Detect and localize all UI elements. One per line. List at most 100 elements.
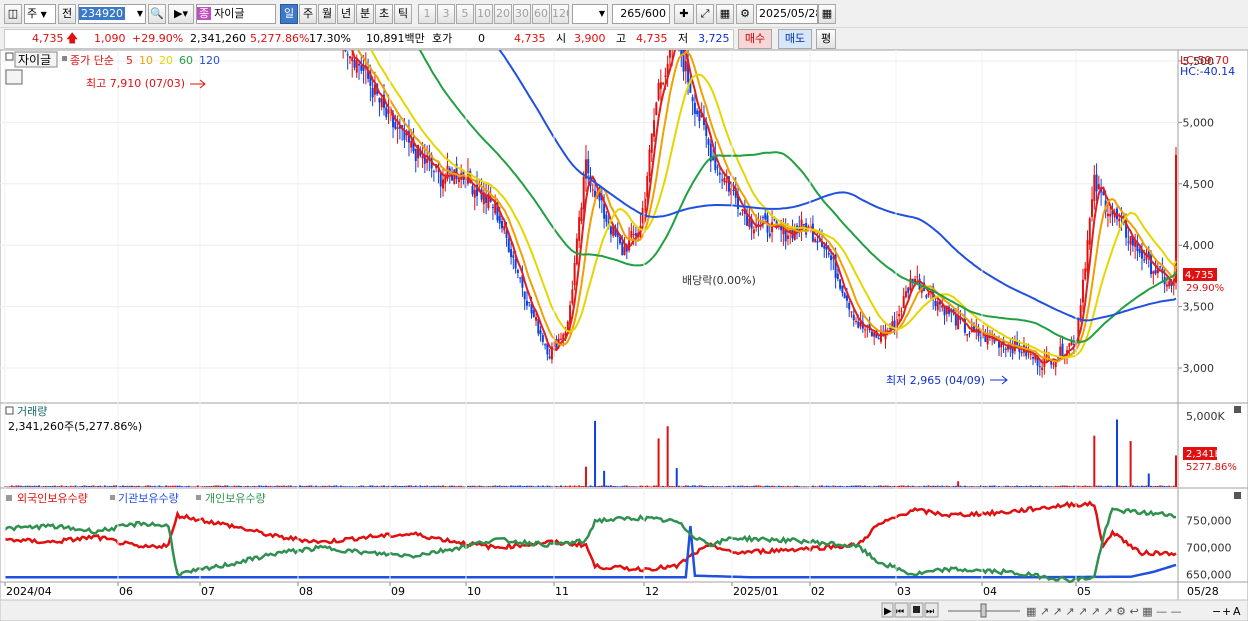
volume-bar xyxy=(957,481,960,487)
candle-body xyxy=(605,214,608,222)
interval-button-6[interactable]: 30 xyxy=(513,4,531,24)
volume-bar xyxy=(299,485,302,487)
candle-body xyxy=(559,338,562,340)
volume-bar xyxy=(1084,485,1087,487)
volume-bar xyxy=(251,486,254,487)
volume-bar xyxy=(480,485,483,487)
volume-bar xyxy=(285,486,288,487)
speaker-icon[interactable]: ▶▾ xyxy=(168,4,194,24)
period-button-7[interactable]: 틱 xyxy=(394,4,412,24)
volume-bar xyxy=(1104,486,1107,487)
calendar-icon[interactable]: ▦ xyxy=(818,4,836,24)
zoom-slider-handle[interactable] xyxy=(980,603,987,618)
volume-bar xyxy=(453,485,456,487)
window-menu-icon[interactable]: ◫ xyxy=(4,4,22,24)
interval-button-5[interactable]: 20 xyxy=(494,4,512,24)
volume-bar xyxy=(566,486,569,487)
rewind-glyph: ⏮ xyxy=(896,607,904,617)
count-field[interactable]: 265/600 xyxy=(612,4,670,24)
volume-bar xyxy=(771,485,774,487)
volume-bar xyxy=(582,486,585,487)
eval-button[interactable]: 평 xyxy=(816,29,836,49)
interval-button-7[interactable]: 60 xyxy=(532,4,550,24)
volume-bar xyxy=(1054,485,1057,487)
volume-bar xyxy=(17,485,20,487)
period-button-1[interactable]: 일 xyxy=(280,4,298,24)
interval-button-2[interactable]: 3 xyxy=(437,4,455,24)
name-field[interactable]: 종 자이글 xyxy=(196,4,276,24)
volume-bar xyxy=(510,485,513,487)
volume-bar xyxy=(1122,485,1125,487)
volume-close-icon[interactable] xyxy=(1234,406,1241,413)
candle-body xyxy=(752,229,755,234)
volume-bar xyxy=(1097,485,1100,487)
zoom-icon[interactable]: ⤢ xyxy=(696,4,714,24)
gear-icon[interactable]: ⚙ xyxy=(736,4,754,24)
interval-button-1[interactable]: 1 xyxy=(418,4,436,24)
volume-bar xyxy=(725,485,728,487)
volume-bar xyxy=(954,485,957,487)
crosshair-icon[interactable]: ✚ xyxy=(674,4,694,24)
volume-bar xyxy=(13,486,16,487)
candle-body xyxy=(441,179,444,189)
volume-bar xyxy=(623,485,626,487)
candle-body xyxy=(768,233,771,237)
volume-bar xyxy=(952,486,955,487)
stock-chart[interactable]: 7,5007,0006,5006,0005,5005,0004,5004,000… xyxy=(0,50,1248,621)
period-button-6[interactable]: 초 xyxy=(375,4,393,24)
buy-button[interactable]: 매수 xyxy=(738,29,772,49)
volume-bar xyxy=(737,485,740,487)
period-button-2[interactable]: 주 xyxy=(299,4,317,24)
date-field[interactable]: 2025/05/28 xyxy=(756,4,818,24)
code-input[interactable]: 234920 ▼ xyxy=(78,4,146,24)
period-button-3[interactable]: 월 xyxy=(318,4,336,24)
plus-icon[interactable]: + xyxy=(1222,605,1231,618)
xtick-label: 08 xyxy=(299,585,313,598)
volume-bar xyxy=(1161,485,1164,487)
volume-bar xyxy=(612,485,615,487)
volume-bar xyxy=(671,485,674,487)
chevron-down-icon[interactable]: ▼ xyxy=(599,5,605,23)
tools-icons[interactable]: ▦ ↗ ↗ ↗ ↗ ↗ ↗ ⚙ ↩ ▦ — — xyxy=(1026,605,1182,618)
volume-bar xyxy=(153,485,156,487)
volume-bar xyxy=(1081,486,1084,487)
interval-button-8[interactable]: 120 xyxy=(551,4,569,24)
count-value: 265 xyxy=(620,7,642,20)
volume-bar xyxy=(859,485,862,487)
calculator-icon[interactable] xyxy=(5,69,23,85)
period-button-5[interactable]: 분 xyxy=(356,4,374,24)
open-label: 시 xyxy=(556,32,567,45)
volume-percent: 5,277.86% xyxy=(250,32,310,45)
candle-body xyxy=(394,122,397,129)
volume-bar xyxy=(641,485,644,487)
candle-body xyxy=(850,311,853,313)
chevron-down-icon[interactable]: ▼ xyxy=(137,5,143,23)
interval-custom-select[interactable]: ▼ xyxy=(572,4,608,24)
volume-bar xyxy=(44,485,47,487)
volume-bar xyxy=(516,485,519,487)
volume-bar xyxy=(24,485,27,487)
minus-icon[interactable]: − xyxy=(1212,605,1221,618)
volume-bar xyxy=(387,485,390,487)
volume-bar xyxy=(371,485,374,487)
volume-bar xyxy=(1136,485,1139,487)
volume-bar xyxy=(680,486,683,487)
candle-body xyxy=(823,245,826,249)
volume-bar xyxy=(42,486,45,487)
volume-bar xyxy=(734,486,737,487)
search-icon[interactable]: 🔍 xyxy=(148,4,166,24)
period-button-4[interactable]: 년 xyxy=(337,4,355,24)
text-size-icon[interactable]: A xyxy=(1233,605,1241,618)
volume-bar xyxy=(662,485,665,487)
holdings-close-icon[interactable] xyxy=(1234,492,1241,499)
prev-button[interactable]: 전 xyxy=(58,4,76,24)
save-icon[interactable]: ▦ xyxy=(716,4,734,24)
interval-button-4[interactable]: 10 xyxy=(475,4,493,24)
ma-legend-120: 120 xyxy=(199,54,220,67)
xtick-label: 11 xyxy=(555,585,569,598)
interval-button-3[interactable]: 5 xyxy=(456,4,474,24)
candle-body xyxy=(907,287,910,293)
market-select[interactable]: 주 ▼ xyxy=(24,4,56,24)
sell-button[interactable]: 매도 xyxy=(778,29,812,49)
volume-bar xyxy=(503,485,506,487)
